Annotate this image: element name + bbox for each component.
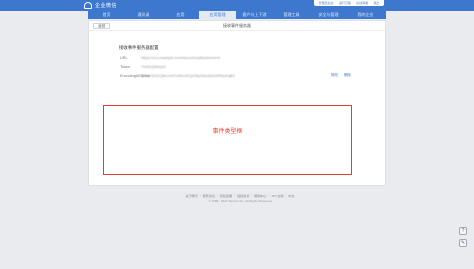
nav-item-my-company[interactable]: 我的企业	[347, 11, 384, 19]
aes-key-value: g3k9Yb2ZrQ8cLm4TvW1xN7pH5aJ0eU6sD2fR9oKq…	[141, 74, 235, 78]
footer-separator: |	[285, 193, 287, 197]
logo-text: 企业微信	[95, 3, 118, 9]
footer-link-help[interactable]: 帮助中心	[254, 193, 266, 198]
user-link-schedule[interactable]: 进行日程	[339, 1, 351, 5]
logo[interactable]: 企业微信	[84, 1, 117, 10]
nav-item-customers[interactable]: 客户与上下游	[236, 11, 273, 19]
footer-separator: |	[268, 193, 270, 197]
token-value: 7mSxQ4bKp2t	[141, 65, 166, 69]
nav-item-tools[interactable]: 管理工具	[273, 11, 310, 19]
logo-icon	[84, 2, 92, 9]
user-link-logout[interactable]: 退出	[373, 1, 379, 5]
aes-key-field: EncodingAESKey g3k9Yb2ZrQ8cLm4TvW1xN7pH5…	[120, 74, 235, 78]
token-field: Token 7mSxQ4bKp2t	[120, 65, 166, 69]
event-type-area-label: 事件类型框	[212, 129, 243, 135]
url-field: URL https://xxx.example.com/wecom/callba…	[120, 56, 220, 60]
copyright: © 1998 - 2024 Tencent Inc. All Rights Re…	[208, 199, 272, 203]
url-label: URL	[120, 56, 128, 60]
footer-separator: |	[199, 193, 201, 197]
footer-link-api[interactable]: API 文档	[271, 193, 283, 198]
footer-separator: |	[251, 193, 253, 197]
top-bar: 企业微信 管理员后台 进行日程 在线客服 退出	[0, 0, 474, 11]
nav-item-apps[interactable]: 应用	[162, 11, 199, 19]
event-server-panel: 返回 接收事件服务器 接收事件服务器配置 URL https://xxx.exa…	[88, 20, 386, 186]
footer-link-language[interactable]: 中文	[288, 193, 294, 198]
footer-links: 关于腾讯 | 服务协议 | 隐私政策 | 侵权投诉 | 帮助中心 | API 文档 | 中文	[165, 193, 315, 198]
help-icon[interactable]: ?	[459, 227, 467, 235]
footer-separator: |	[234, 193, 236, 197]
delete-link[interactable]: 删除	[344, 73, 351, 78]
panel-header: 返回 接收事件服务器	[89, 21, 385, 31]
aes-key-label: EncodingAESKey	[120, 74, 150, 78]
edit-link[interactable]: 修改	[331, 73, 338, 78]
footer-separator: |	[217, 193, 218, 197]
nav-item-contacts[interactable]: 通讯录	[125, 11, 162, 19]
feedback-icon[interactable]: ✎	[459, 239, 467, 247]
token-label: Token	[120, 65, 131, 69]
user-link-admin[interactable]: 管理员后台	[319, 1, 334, 5]
nav-item-security[interactable]: 安全与管理	[310, 11, 347, 19]
config-actions: 修改 删除	[331, 73, 351, 78]
event-type-area[interactable]: 事件类型框	[103, 105, 352, 175]
footer-link-about[interactable]: 关于腾讯	[186, 193, 198, 198]
page-title: 接收事件服务器	[223, 23, 251, 28]
footer-link-terms[interactable]: 服务协议	[203, 193, 215, 198]
url-value: https://xxx.example.com/wecom/callback/e…	[141, 56, 220, 60]
user-menu: 管理员后台 进行日程 在线客服 退出	[314, 0, 384, 6]
main-nav: 首页 通讯录 应用 应用管理 客户与上下游 管理工具 安全与管理 我的企业	[88, 11, 386, 19]
config-section-title: 接收事件服务器配置	[119, 45, 159, 50]
user-link-support[interactable]: 在线客服	[356, 1, 368, 5]
nav-item-app-management[interactable]: 应用管理	[199, 11, 236, 19]
nav-item-home[interactable]: 首页	[88, 11, 125, 19]
footer-link-privacy[interactable]: 隐私政策	[220, 193, 232, 198]
footer-link-complaints[interactable]: 侵权投诉	[237, 193, 249, 198]
